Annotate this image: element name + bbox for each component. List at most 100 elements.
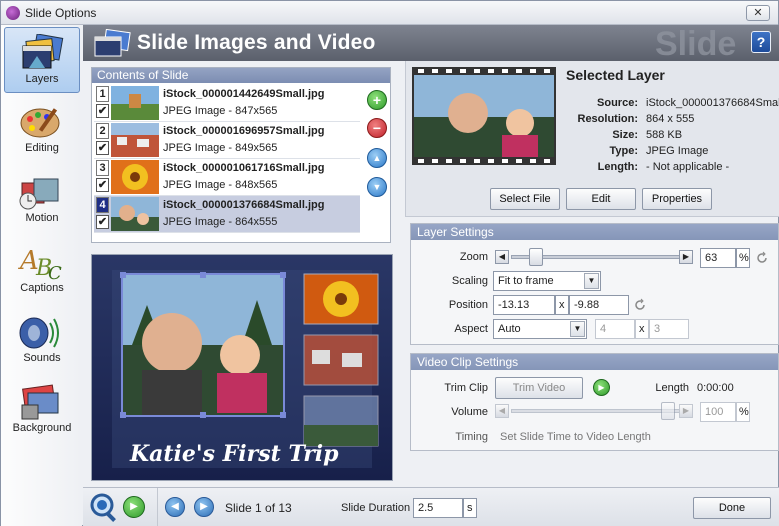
zoom-slider-thumb[interactable] [529, 248, 543, 266]
layer-settings-panel: Layer Settings Zoom ◀ ▶ 63 % Scaling Fit… [410, 223, 779, 345]
slide-options-window: Slide Options ✕ Layers Editing Motion A … [0, 0, 779, 526]
trim-video-button[interactable]: Trim Video [495, 377, 583, 399]
selected-layer-thumbnail [412, 67, 556, 165]
divider [157, 488, 158, 526]
next-slide-button[interactable]: ▶ [194, 497, 214, 517]
close-button[interactable]: ✕ [746, 5, 770, 21]
add-layer-button[interactable]: + [367, 90, 387, 110]
row-checkbox[interactable]: ✔ [96, 141, 109, 155]
resolution-value: 864 x 555 [646, 113, 695, 125]
window-title: Slide Options [25, 6, 97, 20]
nav-label: Captions [20, 282, 64, 294]
nav-layers[interactable]: Layers [4, 27, 80, 93]
layer-row[interactable]: 1 ✔ iStock_000001442649Small.jpg JPEG Im… [94, 85, 360, 122]
layer-row[interactable]: 3 ✔ iStock_000001061716Small.jpg JPEG Im… [94, 159, 360, 196]
volume-slider-thumb[interactable] [661, 402, 675, 420]
slide-duration-input[interactable]: 2.5 [413, 498, 463, 518]
video-clip-settings-panel: Video Clip Settings Trim Clip Trim Video… [410, 353, 779, 451]
row-checkbox[interactable]: ✔ [96, 178, 109, 192]
nav-background[interactable]: Background [4, 377, 80, 443]
properties-button[interactable]: Properties [642, 188, 712, 210]
svg-text:C: C [48, 263, 62, 281]
nav-label: Editing [25, 142, 59, 154]
length-value: 0:00:00 [697, 382, 734, 394]
volume-unit: % [736, 402, 750, 422]
left-nav: Layers Editing Motion A B C Captions Sou… [1, 25, 82, 526]
row-checkbox[interactable]: ✔ [96, 104, 109, 118]
aspect-value: Auto [498, 323, 521, 335]
reset-icon[interactable] [755, 251, 769, 265]
timing-link[interactable]: Set Slide Time to Video Length [500, 431, 651, 443]
video-settings-title: Video Clip Settings [411, 354, 778, 370]
scaling-value: Fit to frame [498, 275, 554, 287]
source-value: iStock_000001376684Small [646, 97, 779, 109]
move-up-button[interactable]: ▲ [367, 148, 387, 168]
size-value: 588 KB [646, 129, 683, 141]
slide-counter: Slide 1 of 13 [225, 501, 292, 515]
play-icon[interactable]: ▶ [593, 379, 610, 396]
aspect-separator: x [635, 319, 649, 339]
position-x-input[interactable]: -13.13 [493, 295, 555, 315]
position-label: Position [448, 299, 488, 311]
motion-icon [19, 178, 59, 210]
zoom-unit: % [736, 248, 750, 268]
reset-icon[interactable] [633, 298, 647, 312]
volume-input[interactable]: 100 [700, 402, 736, 422]
remove-layer-button[interactable]: − [367, 118, 387, 138]
zoom-input[interactable]: 63 [700, 248, 736, 268]
contents-title: Contents of Slide [92, 68, 390, 83]
move-down-button[interactable]: ▼ [367, 177, 387, 197]
chevron-down-icon: ▼ [584, 273, 599, 289]
nav-editing[interactable]: Editing [4, 97, 80, 163]
layer-row[interactable]: 2 ✔ iStock_000001696957Small.jpg JPEG Im… [94, 122, 360, 159]
layer-row[interactable]: 4 ✔ iStock_000001376684Small.jpg JPEG Im… [94, 196, 360, 233]
aspect-label: Aspect [454, 323, 488, 335]
slide-preview[interactable]: Katie's First Trip [91, 254, 393, 481]
position-y-input[interactable]: -9.88 [569, 295, 629, 315]
volume-slider-track[interactable] [511, 409, 681, 413]
type-key: Type: [609, 145, 638, 157]
background-paint-icon [21, 384, 59, 420]
captions-abc-icon: A B C [18, 246, 62, 281]
nav-label: Sounds [23, 352, 61, 364]
aspect-dropdown[interactable]: Auto ▼ [493, 319, 587, 339]
previous-slide-button[interactable]: ◀ [165, 497, 185, 517]
done-button[interactable]: Done [693, 497, 771, 519]
bottom-bar: ▶ ◀ ▶ Slide 1 of 13 Slide Duration 2.5 s… [83, 487, 779, 526]
layer-filename: iStock_000001061716Small.jpg [163, 162, 325, 174]
volume-increase-button[interactable]: ▶ [679, 404, 693, 418]
nav-motion[interactable]: Motion [4, 167, 80, 233]
scaling-dropdown[interactable]: Fit to frame ▼ [493, 271, 601, 291]
play-preview-button[interactable]: ▶ [123, 496, 145, 518]
nav-captions[interactable]: A B C Captions [4, 237, 80, 303]
help-button[interactable]: ? [751, 31, 771, 53]
row-number: 2 [96, 123, 109, 139]
app-icon [6, 6, 20, 20]
row-checkbox[interactable]: ✔ [96, 215, 109, 229]
length-key: Length: [597, 161, 638, 173]
size-key: Size: [612, 129, 638, 141]
page-header: Slide Images and Video Slide ? [83, 25, 779, 63]
row-number: 3 [96, 160, 109, 176]
zoom-increase-button[interactable]: ▶ [679, 250, 693, 264]
preview-zoom-icon[interactable] [89, 492, 119, 522]
watermark-text: Slide [655, 25, 737, 63]
nav-label: Background [12, 422, 72, 434]
sounds-icon [19, 317, 59, 349]
aspect-height-input[interactable]: 3 [649, 319, 689, 339]
length-label: Length [655, 382, 689, 394]
select-file-button[interactable]: Select File [490, 188, 560, 210]
edit-button[interactable]: Edit [566, 188, 636, 210]
volume-decrease-button[interactable]: ◀ [495, 404, 509, 418]
layer-filename: iStock_000001442649Small.jpg [163, 88, 325, 100]
position-separator: x [555, 295, 569, 315]
layer-type: JPEG Image - 849x565 [163, 142, 278, 154]
zoom-label: Zoom [459, 251, 488, 263]
aspect-width-input[interactable]: 4 [595, 319, 635, 339]
nav-sounds[interactable]: Sounds [4, 307, 80, 373]
layer-thumbnail [111, 197, 159, 231]
zoom-decrease-button[interactable]: ◀ [495, 250, 509, 264]
layer-type: JPEG Image - 847x565 [163, 105, 278, 117]
scaling-label: Scaling [451, 275, 488, 287]
timing-label: Timing [455, 431, 488, 443]
